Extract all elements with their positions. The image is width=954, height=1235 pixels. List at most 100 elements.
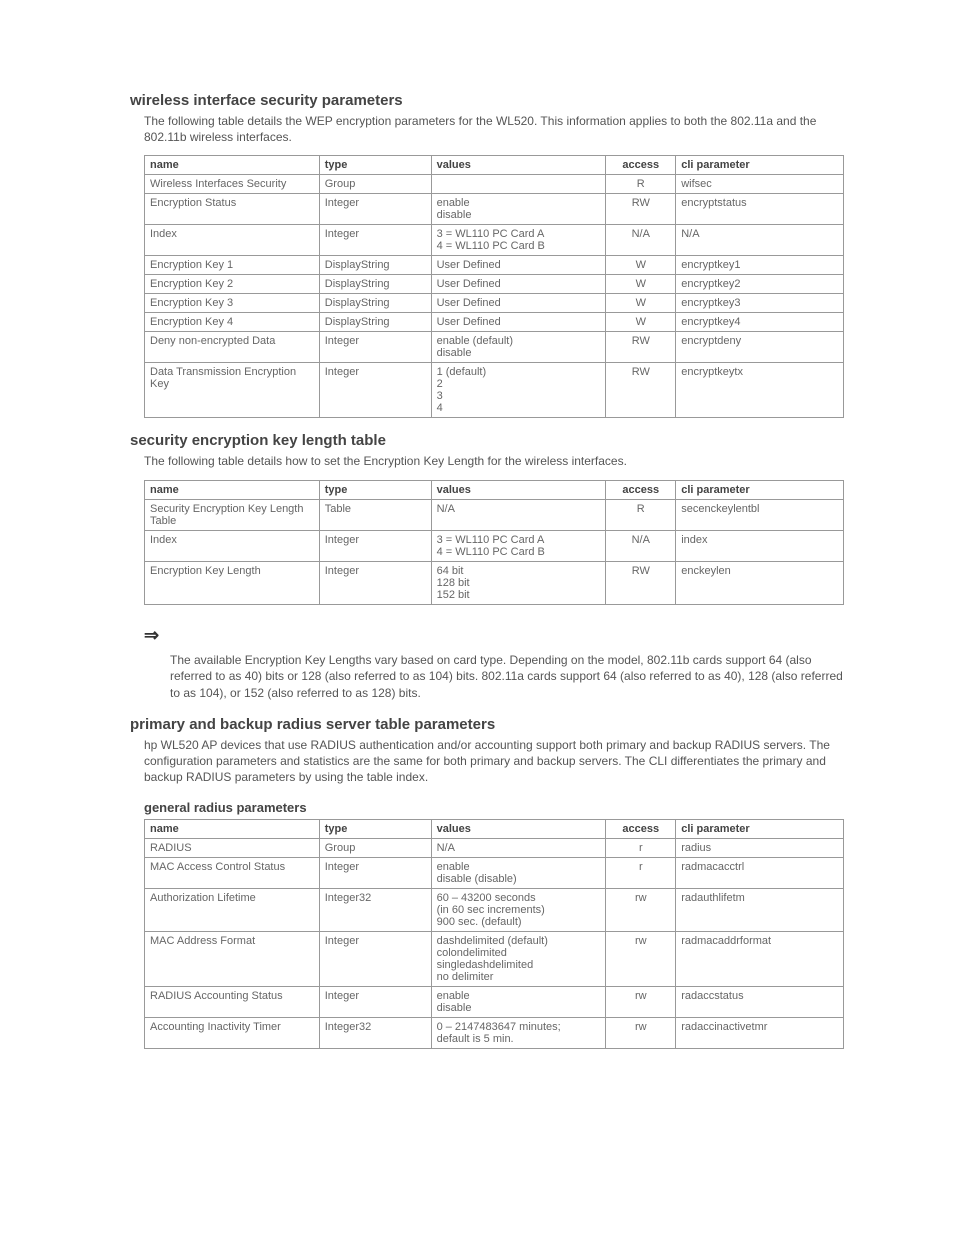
cell-name: Encryption Key 4 (145, 313, 320, 332)
cell-values: 1 (default)234 (431, 363, 606, 418)
note-key-length: The available Encryption Key Lengths var… (170, 652, 844, 702)
cell-values: User Defined (431, 275, 606, 294)
cell-name: Encryption Key 1 (145, 256, 320, 275)
section-heading-key-length: security encryption key length table (130, 432, 844, 449)
col-values: values (431, 819, 606, 838)
cell-type: Integer (319, 332, 431, 363)
cell-access: RW (606, 363, 676, 418)
cell-type: Integer32 (319, 888, 431, 931)
cell-values: User Defined (431, 256, 606, 275)
cell-name: Deny non-encrypted Data (145, 332, 320, 363)
section-intro-key-length: The following table details how to set t… (144, 453, 844, 469)
table-row: Encryption StatusIntegerenabledisableRWe… (145, 194, 844, 225)
cell-values: 0 – 2147483647 minutes;default is 5 min. (431, 1017, 606, 1048)
cell-access: rw (606, 931, 676, 986)
cell-cli: index (676, 530, 844, 561)
cell-type: Integer (319, 931, 431, 986)
cell-name: Encryption Status (145, 194, 320, 225)
cell-access: r (606, 857, 676, 888)
table-body: Security Encryption Key Length TableTabl… (145, 499, 844, 604)
cell-type: Integer (319, 561, 431, 604)
col-cli: cli parameter (676, 819, 844, 838)
note-arrow-icon: ⇒ (144, 625, 157, 646)
table-row: Data Transmission Encryption KeyInteger1… (145, 363, 844, 418)
col-access: access (606, 480, 676, 499)
cell-cli: radius (676, 838, 844, 857)
cell-name: MAC Address Format (145, 931, 320, 986)
table-row: Accounting Inactivity TimerInteger320 – … (145, 1017, 844, 1048)
cell-type: Group (319, 838, 431, 857)
cell-type: DisplayString (319, 275, 431, 294)
cell-access: W (606, 256, 676, 275)
cell-values: enable (default)disable (431, 332, 606, 363)
cell-type: DisplayString (319, 294, 431, 313)
table-key-length: name type values access cli parameter Se… (144, 480, 844, 605)
cell-name: RADIUS Accounting Status (145, 986, 320, 1017)
cell-type: Integer (319, 363, 431, 418)
table-row: Wireless Interfaces SecurityGroupRwifsec (145, 175, 844, 194)
table-row: MAC Address FormatIntegerdashdelimited (… (145, 931, 844, 986)
col-name: name (145, 819, 320, 838)
cell-name: Encryption Key 3 (145, 294, 320, 313)
table-body: RADIUSGroupN/ArradiusMAC Access Control … (145, 838, 844, 1048)
cell-cli: encryptdeny (676, 332, 844, 363)
cell-type: Group (319, 175, 431, 194)
col-access: access (606, 156, 676, 175)
cell-name: Authorization Lifetime (145, 888, 320, 931)
col-name: name (145, 156, 320, 175)
table-header-row: name type values access cli parameter (145, 480, 844, 499)
cell-values: User Defined (431, 313, 606, 332)
cell-cli: encryptstatus (676, 194, 844, 225)
col-cli: cli parameter (676, 480, 844, 499)
cell-values (431, 175, 606, 194)
cell-cli: encryptkey2 (676, 275, 844, 294)
cell-access: R (606, 499, 676, 530)
subheading-general-radius: general radius parameters (144, 800, 844, 815)
cell-values: enabledisable (disable) (431, 857, 606, 888)
cell-access: N/A (606, 530, 676, 561)
section-intro-wireless-security: The following table details the WEP encr… (144, 113, 844, 145)
table-body: Wireless Interfaces SecurityGroupRwifsec… (145, 175, 844, 418)
cell-access: rw (606, 986, 676, 1017)
cell-access: RW (606, 561, 676, 604)
cell-type: Integer (319, 225, 431, 256)
cell-values: 64 bit128 bit152 bit (431, 561, 606, 604)
cell-cli: radaccstatus (676, 986, 844, 1017)
table-row: Authorization LifetimeInteger3260 – 4320… (145, 888, 844, 931)
table-row: Encryption Key LengthInteger64 bit128 bi… (145, 561, 844, 604)
cell-cli: radmacacctrl (676, 857, 844, 888)
table-row: MAC Access Control StatusIntegerenabledi… (145, 857, 844, 888)
cell-name: Encryption Key Length (145, 561, 320, 604)
cell-values: 3 = WL110 PC Card A4 = WL110 PC Card B (431, 225, 606, 256)
cell-type: DisplayString (319, 313, 431, 332)
cell-access: RW (606, 194, 676, 225)
cell-values: 3 = WL110 PC Card A4 = WL110 PC Card B (431, 530, 606, 561)
cell-values: enabledisable (431, 194, 606, 225)
col-values: values (431, 480, 606, 499)
cell-name: Accounting Inactivity Timer (145, 1017, 320, 1048)
cell-type: Integer (319, 194, 431, 225)
table-radius: name type values access cli parameter RA… (144, 819, 844, 1049)
table-row: Encryption Key 1DisplayStringUser Define… (145, 256, 844, 275)
cell-access: W (606, 294, 676, 313)
cell-type: Integer32 (319, 1017, 431, 1048)
cell-cli: radauthlifetm (676, 888, 844, 931)
section-heading-radius: primary and backup radius server table p… (130, 716, 844, 733)
table-row: Encryption Key 3DisplayStringUser Define… (145, 294, 844, 313)
cell-type: Table (319, 499, 431, 530)
section-intro-radius: hp WL520 AP devices that use RADIUS auth… (144, 737, 844, 786)
col-type: type (319, 480, 431, 499)
cell-name: RADIUS (145, 838, 320, 857)
table-row: IndexInteger3 = WL110 PC Card A4 = WL110… (145, 225, 844, 256)
col-cli: cli parameter (676, 156, 844, 175)
col-name: name (145, 480, 320, 499)
table-row: RADIUSGroupN/Arradius (145, 838, 844, 857)
cell-access: RW (606, 332, 676, 363)
cell-cli: radmacaddrformat (676, 931, 844, 986)
cell-cli: encryptkey3 (676, 294, 844, 313)
cell-values: User Defined (431, 294, 606, 313)
section-heading-wireless-security: wireless interface security parameters (130, 92, 844, 109)
cell-type: Integer (319, 857, 431, 888)
cell-access: rw (606, 888, 676, 931)
col-type: type (319, 819, 431, 838)
